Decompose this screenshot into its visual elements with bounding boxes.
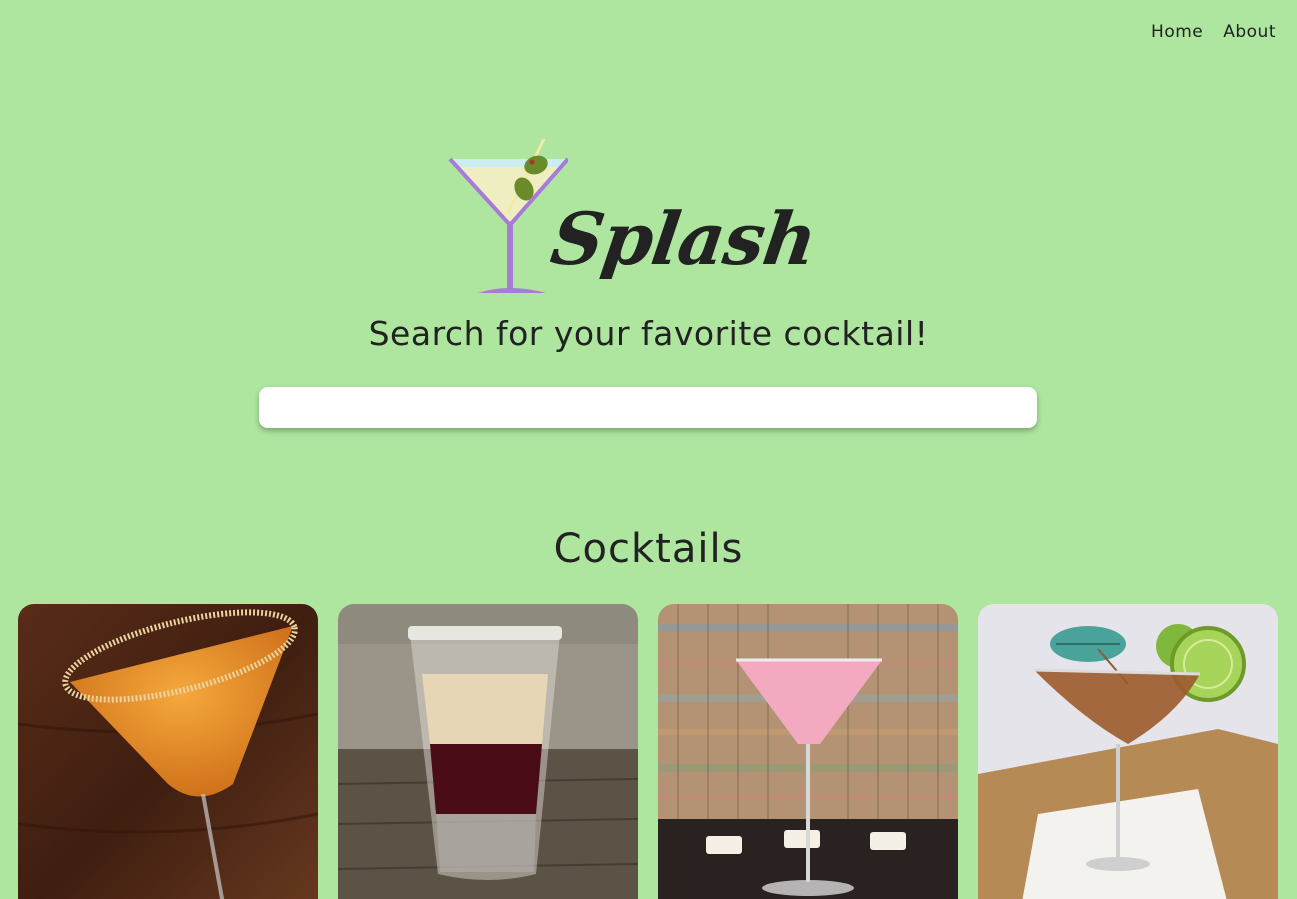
brand-logo: Splash: [440, 135, 821, 315]
orange-martini-sugar-rim-photo: [18, 604, 318, 899]
page: Home About Splash Search for your favori…: [0, 0, 1297, 899]
martini-lime-umbrella-photo: [978, 604, 1278, 899]
cocktail-card[interactable]: [658, 604, 958, 899]
brand-name: Splash: [546, 196, 822, 281]
nav-home-link[interactable]: Home: [1151, 22, 1203, 42]
search-input[interactable]: [259, 387, 1037, 428]
cocktail-card-list: [18, 604, 1278, 899]
nav-about-link[interactable]: About: [1223, 22, 1276, 42]
pink-martini-candles-photo: [658, 604, 958, 899]
cocktail-card[interactable]: [978, 604, 1278, 899]
top-nav: Home About: [1151, 22, 1276, 42]
cocktail-card[interactable]: [18, 604, 318, 899]
cocktail-card[interactable]: [338, 604, 638, 899]
cocktails-heading: Cocktails: [553, 526, 744, 572]
hero-tagline: Search for your favorite cocktail!: [368, 314, 929, 353]
layered-shot-glass-photo: [338, 604, 638, 899]
